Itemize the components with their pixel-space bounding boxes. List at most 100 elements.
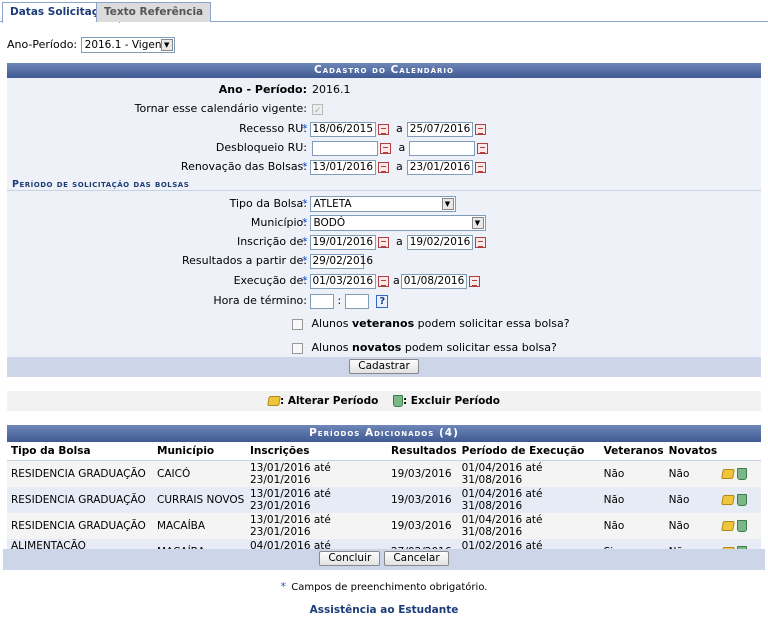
municipio-select[interactable]: BODÓ ▼ [309,215,486,231]
table-header-row: Tipo da Bolsa Município Inscrições Resul… [7,442,761,461]
table-row: RESIDENCIA GRADUAÇÃO MACAÍBA 13/01/2016 … [7,512,761,539]
col-resultados: Resultados [387,442,458,461]
desbloqueio-ru-row: Desbloqueio RU: a [7,139,761,157]
cell-actions [718,512,761,539]
table-row: RESIDENCIA GRADUAÇÃO CAICÓ 13/01/2016 at… [7,460,761,487]
periodos-caption: Períodos Adicionados (4) [7,425,761,442]
cell-veteranos: Não [599,486,665,513]
ano-periodo-row: Ano-Período: 2016.1 - Vigente ▼ [7,37,175,53]
cell-veteranos: Não [599,460,665,487]
novatos-checkbox[interactable] [292,342,303,354]
execucao-label: Execução de: [233,274,307,287]
cadastro-form-body: Ano - Período: 2016.1 Tornar esse calend… [7,78,761,357]
recesso-ru-to-input[interactable]: 25/07/2016 [406,121,473,137]
icon-legend: : Alterar Período : Excluir Período [7,391,761,411]
renovacao-bolsas-row: Renovação das Bolsas: * 13/01/2016 a 23/01… [7,158,761,176]
required-note: * Campos de preenchimento obrigatório. [280,580,488,593]
renovacao-bolsas-to-input[interactable]: 23/01/2016 [406,159,473,175]
bottom-action-bar: Concluir Cancelar [3,549,765,570]
calendar-icon[interactable] [474,161,486,173]
delete-icon[interactable] [737,519,748,532]
required-star-icon: * [302,197,308,210]
municipio-label: Município: [250,216,307,229]
cadastrar-button[interactable]: Cadastrar [349,359,419,374]
legend-alterar: : Alterar Período [279,395,379,407]
desbloqueio-ru-to-input[interactable] [409,140,476,156]
edit-icon[interactable] [721,468,735,479]
cell-resultados: 19/03/2016 [387,512,458,539]
calendar-icon[interactable] [377,161,389,173]
range-separator: a [398,141,406,154]
execucao-row: Execução de: * 01/03/2016 a 01/08/2016 [7,272,761,290]
cancelar-button[interactable]: Cancelar [384,551,449,566]
concluir-button[interactable]: Concluir [319,551,381,566]
chevron-down-icon: ▼ [441,198,454,210]
calendar-icon[interactable] [377,236,389,248]
calendar-icon[interactable] [468,275,480,287]
delete-icon[interactable] [737,467,748,480]
cell-periodo-execucao: 01/04/2016 até 31/08/2016 [457,460,600,487]
cell-novatos: Não [664,486,719,513]
execucao-to-input[interactable]: 01/08/2016 [400,273,467,289]
calendar-icon[interactable] [377,123,389,135]
tipo-bolsa-value: ATLETA [313,198,352,210]
required-star-icon: * [302,235,308,248]
calendar-icon[interactable] [474,123,486,135]
tipo-bolsa-label: Tipo da Bolsa: [229,197,307,210]
table-row: RESIDENCIA GRADUAÇÃO CURRAIS NOVOS 13/01… [7,486,761,513]
range-separator: a [396,160,403,173]
renovacao-bolsas-from-input[interactable]: 13/01/2016 [309,159,376,175]
cadastro-caption: Cadastro do Calendário [7,63,761,78]
recesso-ru-from-input[interactable]: 18/06/2015 [309,121,376,137]
tab-texto-referencia[interactable]: Texto Referência [96,2,212,22]
range-separator: a [393,274,400,287]
hora-termino-minute-input[interactable] [344,293,369,309]
hora-termino-row: Hora de término: : ? [7,292,761,310]
edit-icon[interactable] [721,520,735,531]
required-star-icon: * [302,216,308,229]
calendar-icon[interactable] [377,275,389,287]
execucao-from-input[interactable]: 01/03/2016 [309,273,376,289]
cell-tipo-bolsa: RESIDENCIA GRADUAÇÃO [7,486,153,513]
calendar-icon[interactable] [474,236,486,248]
veteranos-checkbox[interactable] [292,318,303,330]
resultados-input[interactable]: 29/02/2016 [309,253,373,269]
edit-icon[interactable] [721,494,735,505]
cell-municipio: CURRAIS NOVOS [153,486,246,513]
cell-resultados: 19/03/2016 [387,460,458,487]
required-star-icon: * [302,160,308,173]
recesso-ru-label: Recesso RU: [239,122,307,135]
tornar-vigente-checkbox[interactable] [312,102,323,120]
resultados-row: Resultados a partir de: * 29/02/2016 [7,252,761,270]
delete-icon[interactable] [737,493,748,506]
calendar-icon[interactable] [380,142,391,154]
periodo-solicitacao-subhead: Período de solicitação das bolsas [7,178,761,191]
cell-inscricoes: 13/01/2016 até 23/01/2016 [246,460,387,487]
desbloqueio-ru-from-input[interactable] [312,140,378,156]
ano-periodo-info-label: Ano - Período: [218,83,307,96]
col-actions [718,442,761,461]
periodos-table: Tipo da Bolsa Município Inscrições Resul… [7,442,761,565]
inscricao-row: Inscrição de: * 19/01/2016 a 19/02/2016 [7,233,761,251]
assistencia-estudante-link[interactable]: Assistência ao Estudante [0,604,768,616]
range-separator: a [396,122,403,135]
required-star-icon: * [302,274,308,287]
hora-termino-hour-input[interactable] [310,293,334,309]
col-novatos: Novatos [664,442,719,461]
inscricao-from-input[interactable]: 19/01/2016 [309,234,376,250]
calendar-icon[interactable] [477,142,489,154]
cell-tipo-bolsa: RESIDENCIA GRADUAÇÃO [7,460,153,487]
cell-veteranos: Não [599,512,665,539]
cell-tipo-bolsa: RESIDENCIA GRADUAÇÃO [7,512,153,539]
help-icon[interactable]: ? [376,294,389,308]
tab-bar: Datas Solicitação Texto Referência [0,0,768,23]
ano-periodo-select[interactable]: 2016.1 - Vigente ▼ [80,37,175,53]
edit-icon [267,396,281,406]
required-star-icon: * [302,122,308,135]
novatos-label: Alunos novatos podem solicitar essa bols… [311,341,557,354]
hora-termino-label: Hora de término: [213,294,307,307]
cadastrar-bar: Cadastrar [7,357,761,377]
tipo-bolsa-select[interactable]: ATLETA ▼ [309,196,456,212]
col-tipo-bolsa: Tipo da Bolsa [7,442,153,461]
inscricao-to-input[interactable]: 19/02/2016 [406,234,473,250]
